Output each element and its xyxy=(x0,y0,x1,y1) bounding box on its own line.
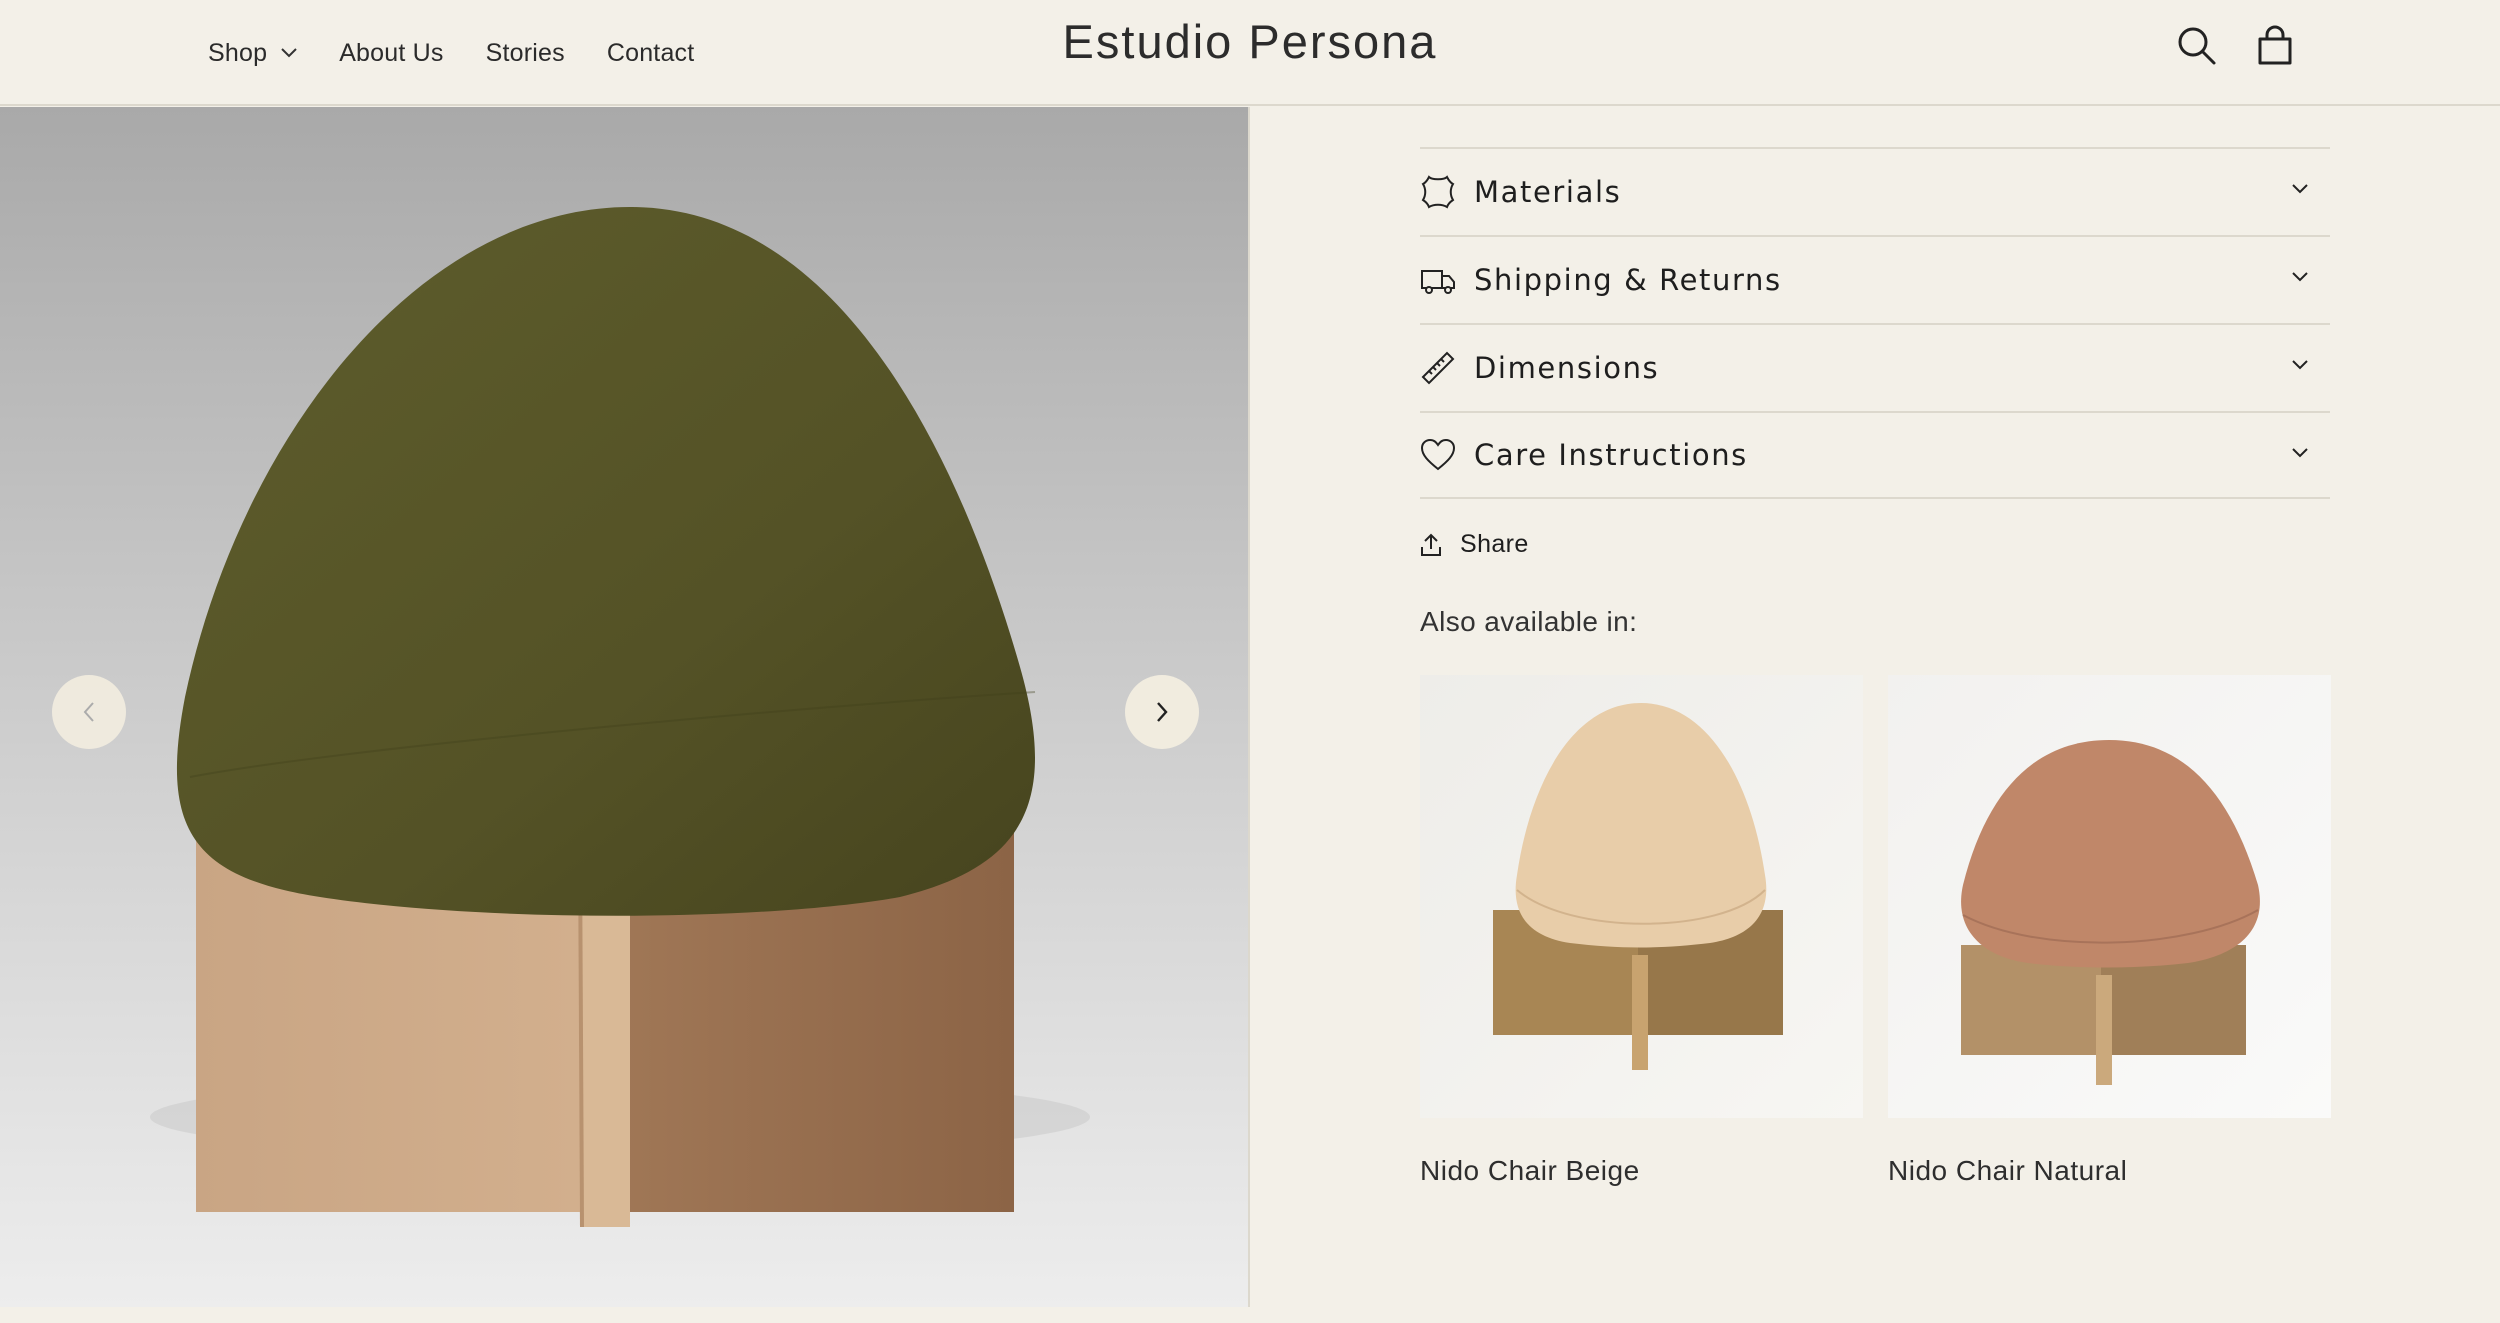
nav-stories[interactable]: Stories xyxy=(486,39,565,68)
gallery-prev-button[interactable] xyxy=(52,675,126,749)
heart-icon xyxy=(1420,437,1456,473)
variant-image-natural xyxy=(1888,675,2331,1118)
cart-icon xyxy=(2258,25,2292,65)
gallery-next-button[interactable] xyxy=(1125,675,1199,749)
product-details-accordion: Materials Shipping & Returns Dimensions xyxy=(1420,147,2330,499)
accordion-materials-label: Materials xyxy=(1474,175,1622,209)
nav-contact-label: Contact xyxy=(606,38,695,67)
nav-stories-label: Stories xyxy=(485,38,565,67)
share-icon xyxy=(1421,533,1441,556)
chevron-right-icon xyxy=(1157,702,1168,722)
accordion-care-instructions-label: Care Instructions xyxy=(1474,438,1748,472)
nav-shop-label: Shop xyxy=(208,38,268,67)
cart-button[interactable] xyxy=(2253,24,2297,68)
site-header: Shop About Us Stories Contact Estudio Pe… xyxy=(0,0,2500,106)
accordion-dimensions-label: Dimensions xyxy=(1474,351,1660,385)
nav-shop[interactable]: Shop xyxy=(208,39,297,68)
search-icon xyxy=(2178,27,2216,65)
chevron-down-icon xyxy=(281,48,297,58)
ruler-icon xyxy=(1420,350,1456,386)
also-available-title: Also available in: xyxy=(1420,606,1638,637)
truck-icon xyxy=(1420,262,1456,298)
accordion-care-instructions[interactable]: Care Instructions xyxy=(1420,411,2330,499)
variant-name-beige: Nido Chair Beige xyxy=(1420,1155,1640,1186)
chevron-left-icon xyxy=(83,702,94,722)
variant-card-natural[interactable]: Nido Chair Natural xyxy=(1888,675,2331,1187)
chevron-down-icon xyxy=(2292,272,2308,282)
variant-name-natural: Nido Chair Natural xyxy=(1888,1155,2128,1186)
chevron-down-icon xyxy=(2292,448,2308,458)
product-gallery xyxy=(0,107,1250,1307)
accordion-materials[interactable]: Materials xyxy=(1420,147,2330,235)
nav-about-us[interactable]: About Us xyxy=(339,39,443,68)
product-image-main xyxy=(0,107,1248,1307)
nav-about-us-label: About Us xyxy=(339,38,444,67)
leather-icon xyxy=(1420,174,1456,210)
chevron-down-icon xyxy=(2292,184,2308,194)
chevron-down-icon xyxy=(2292,360,2308,370)
variant-image-beige xyxy=(1420,675,1863,1118)
accordion-dimensions[interactable]: Dimensions xyxy=(1420,323,2330,411)
accordion-shipping-returns[interactable]: Shipping & Returns xyxy=(1420,235,2330,323)
share-button[interactable]: Share xyxy=(1420,530,1529,559)
nav-contact[interactable]: Contact xyxy=(607,39,695,68)
main-nav: Shop About Us Stories Contact xyxy=(208,0,736,106)
share-label: Share xyxy=(1460,530,1529,558)
accordion-shipping-returns-label: Shipping & Returns xyxy=(1474,263,1782,297)
variant-card-beige[interactable]: Nido Chair Beige xyxy=(1420,675,1863,1187)
search-button[interactable] xyxy=(2175,24,2219,68)
